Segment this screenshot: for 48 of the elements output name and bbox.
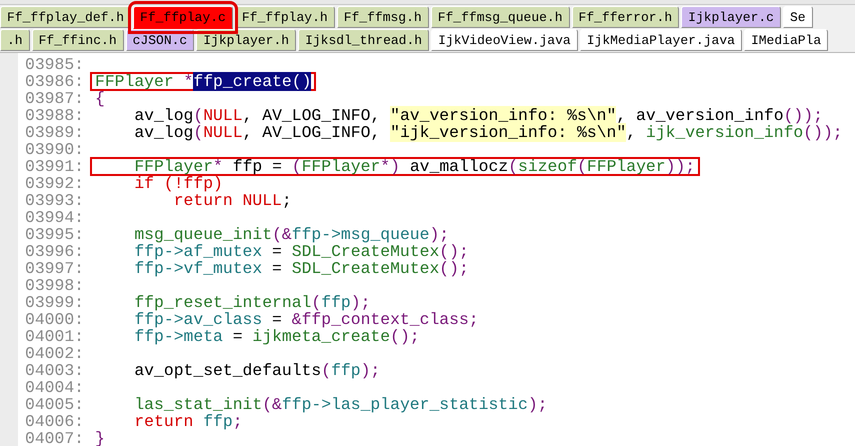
file-tab[interactable]: .h [0,29,30,51]
file-tab[interactable]: Ijksdl_thread.h [298,29,430,51]
code-line: if (!ffp) [133,174,224,193]
line-number: 03998: [25,277,86,294]
line-number: 03988: [25,107,86,124]
line-number: 03997: [25,260,86,277]
line-number: 04001: [25,328,86,345]
code-line: return ffp; [133,412,244,431]
line-number: 03986: [25,73,86,90]
code-line: las_stat_init(&ffp->las_player_statistic); [133,395,548,414]
line-number: 03996: [25,243,86,260]
file-tab[interactable]: Ijkplayer.c [681,6,781,28]
line-number: 04003: [25,362,86,379]
line-number: 04005: [25,396,86,413]
line-number: 03991: [25,158,86,175]
line-number: 04006: [25,413,86,430]
file-tab[interactable]: Ijkplayer.h [196,29,296,51]
file-tab[interactable]: Ff_fferror.h [572,6,680,28]
file-tab[interactable]: Se [782,6,813,28]
code-line: return NULL; [174,191,293,210]
file-tab[interactable]: IjkMediaPlayer.java [580,29,742,51]
code-line: av_opt_set_defaults(ffp); [133,361,382,380]
line-number: 03994: [25,209,86,226]
code-line: ffp->af_mutex = SDL_CreateMutex(); [133,242,470,261]
file-tab[interactable]: IMediaPla [744,29,828,51]
line-number: 04007: [25,430,86,446]
file-tab[interactable]: IjkVideoView.java [431,29,578,51]
code-line: av_log(NULL, AV_LOG_INFO, "ijk_version_info: %s\n", ijk_version_info()); [133,123,844,142]
code-line: ffp->meta = ijkmeta_create(); [133,327,420,346]
code-line: ffp_reset_internal(ffp); [133,293,372,312]
line-number: 04004: [25,379,86,396]
file-tab[interactable]: Ff_ffmsg.h [336,6,429,28]
line-number: 03990: [25,141,86,158]
line-number: 03999: [25,294,86,311]
file-tab[interactable]: Ff_ffmsg_queue.h [430,6,570,28]
line-number: 03987: [25,90,86,107]
code-line: ffp->av_class = &ffp_context_class; [133,310,480,329]
line-number: 03992: [25,175,86,192]
code-line: ffp->vf_mutex = SDL_CreateMutex(); [133,259,470,278]
code-line: { [94,89,105,108]
line-number: 03993: [25,192,86,209]
file-tab[interactable]: Ff_ffinc.h [32,29,124,51]
line-number: 03995: [25,226,86,243]
code-line: msg_queue_init(&ffp->msg_queue); [133,225,450,244]
line-number: 04000: [25,311,86,328]
line-number: 04002: [25,345,86,362]
line-number: 03989: [25,124,86,141]
line-number: 03985: [25,56,86,73]
